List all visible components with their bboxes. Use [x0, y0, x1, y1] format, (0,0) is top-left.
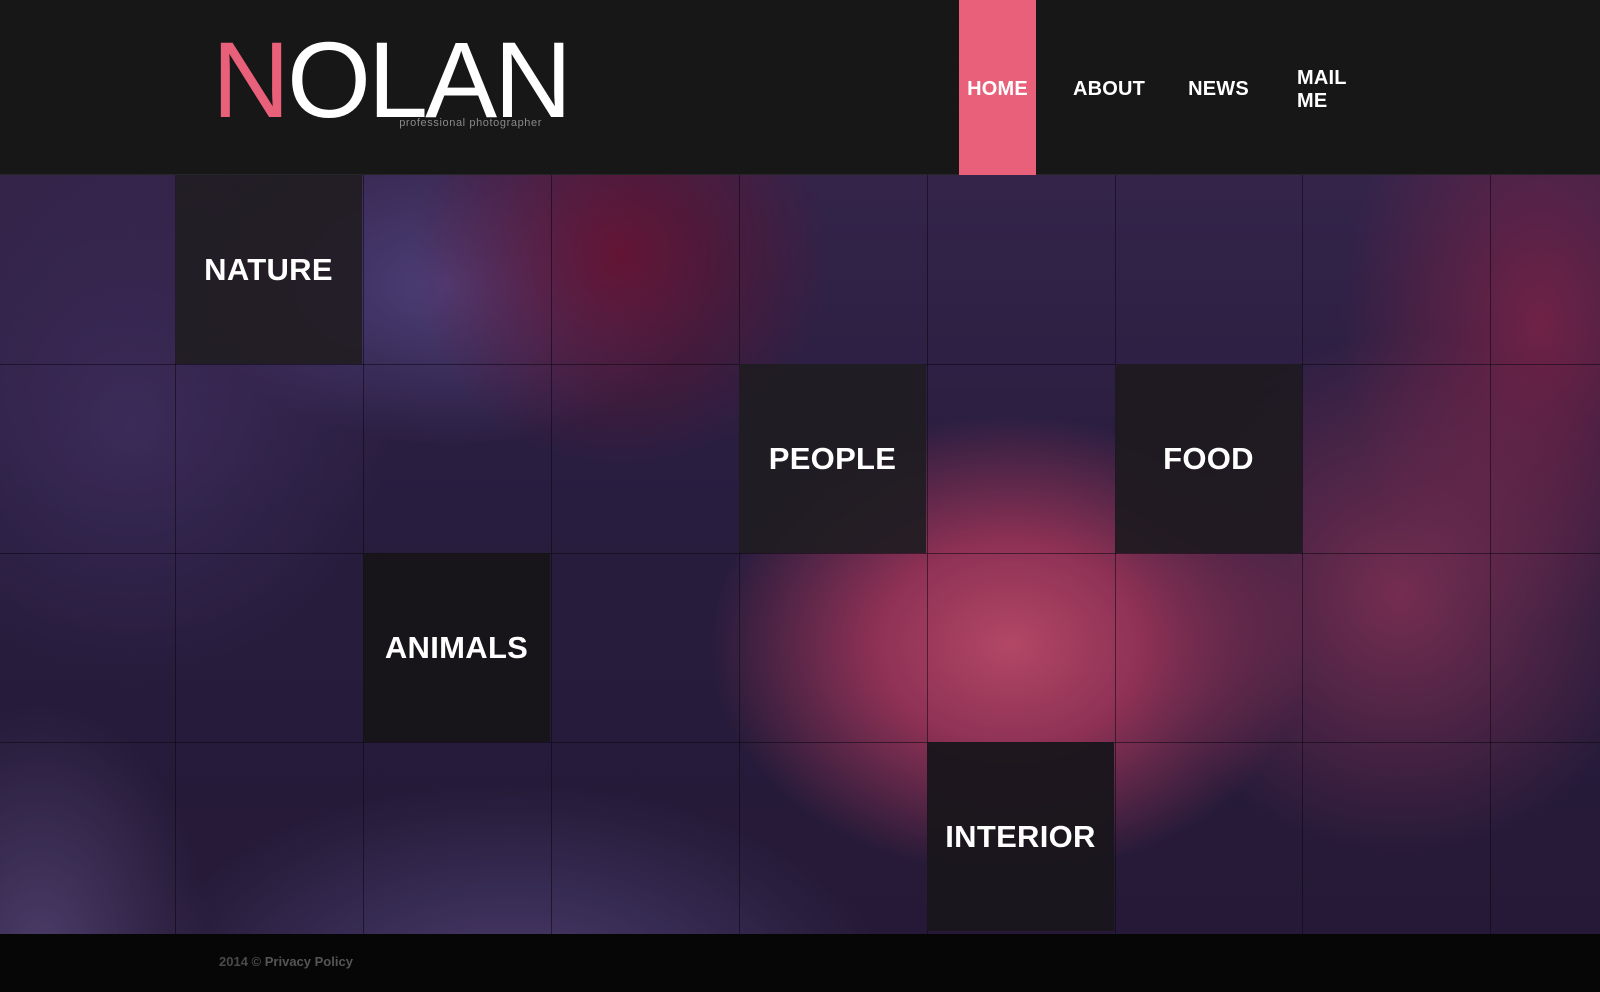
nav-item-about[interactable]: ABOUT	[1066, 0, 1152, 175]
category-tile-food[interactable]: FOOD	[1115, 364, 1302, 553]
logo-first-letter: N	[212, 19, 290, 140]
footer-copyright: 2014 © Privacy Policy	[219, 954, 353, 969]
site-logo[interactable]: NOLAN professional photographer	[212, 19, 572, 140]
site-footer: 2014 © Privacy Policy	[0, 934, 1600, 992]
nav-item-mail-me[interactable]: MAIL ME	[1288, 0, 1390, 175]
category-tile-people[interactable]: PEOPLE	[739, 364, 926, 553]
privacy-policy-link[interactable]: Privacy Policy	[265, 954, 353, 969]
category-tile-nature[interactable]: NATURE	[175, 175, 362, 364]
category-tile-interior[interactable]: INTERIOR	[927, 742, 1114, 931]
nav-item-home[interactable]: HOME	[959, 0, 1036, 175]
gallery-hero: NATURE PEOPLE FOOD ANIMALS INTERIOR	[0, 175, 1600, 934]
site-header: NOLAN professional photographer HOME ABO…	[0, 0, 1600, 175]
page: NOLAN professional photographer HOME ABO…	[0, 0, 1600, 992]
logo-tagline: professional photographer	[399, 117, 542, 129]
nav-item-news[interactable]: NEWS	[1180, 0, 1257, 175]
copyright-year: 2014 ©	[219, 954, 262, 969]
category-tile-animals[interactable]: ANIMALS	[363, 553, 550, 742]
main-nav: HOME ABOUT NEWS MAIL ME	[959, 0, 1390, 175]
